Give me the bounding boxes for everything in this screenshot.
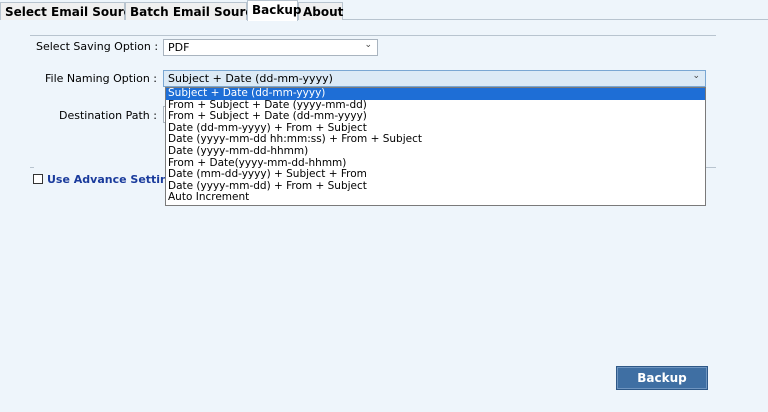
advance-settings-divider-left <box>30 167 34 168</box>
naming-option-label: File Naming Option : <box>45 72 158 85</box>
naming-option-dropdown-list[interactable]: Subject + Date (dd-mm-yyyy) From + Subjec… <box>165 87 706 206</box>
saving-option-value: PDF <box>168 41 190 54</box>
advance-settings-divider-right <box>706 167 716 168</box>
saving-option-label: Select Saving Option : <box>36 40 159 53</box>
destination-path-label: Destination Path : <box>59 109 157 122</box>
advance-settings-checkbox[interactable] <box>33 174 43 184</box>
panel-top-divider <box>30 35 716 36</box>
tab-bar: Select Email Source Batch Email Source B… <box>0 0 768 21</box>
chevron-down-icon: ⌄ <box>364 40 372 50</box>
tab-about[interactable]: About <box>298 2 343 20</box>
naming-option-select[interactable]: Subject + Date (dd-mm-yyyy) ⌄ <box>163 70 706 87</box>
advance-settings-label: Use Advance Settings <box>47 172 183 186</box>
naming-option-item[interactable]: Subject + Date (dd-mm-yyyy) <box>166 87 705 100</box>
naming-option-item[interactable]: Date (mm-dd-yyyy) + Subject + From <box>166 169 705 181</box>
tab-batch-email-source[interactable]: Batch Email Source <box>125 2 261 20</box>
naming-option-item[interactable]: Date (yyyy-mm-dd-hhmm) <box>166 145 705 158</box>
backup-button[interactable]: Backup <box>616 366 708 390</box>
tab-select-email-source[interactable]: Select Email Source <box>0 2 139 20</box>
naming-option-value: Subject + Date (dd-mm-yyyy) <box>168 72 333 85</box>
tab-backup[interactable]: Backup <box>247 0 301 21</box>
chevron-down-icon: ⌄ <box>692 71 700 81</box>
advance-settings-checkbox-group[interactable]: Use Advance Settings <box>33 172 182 186</box>
saving-option-select[interactable]: PDF ⌄ <box>163 39 378 56</box>
naming-option-item[interactable]: Auto Increment <box>166 192 705 204</box>
